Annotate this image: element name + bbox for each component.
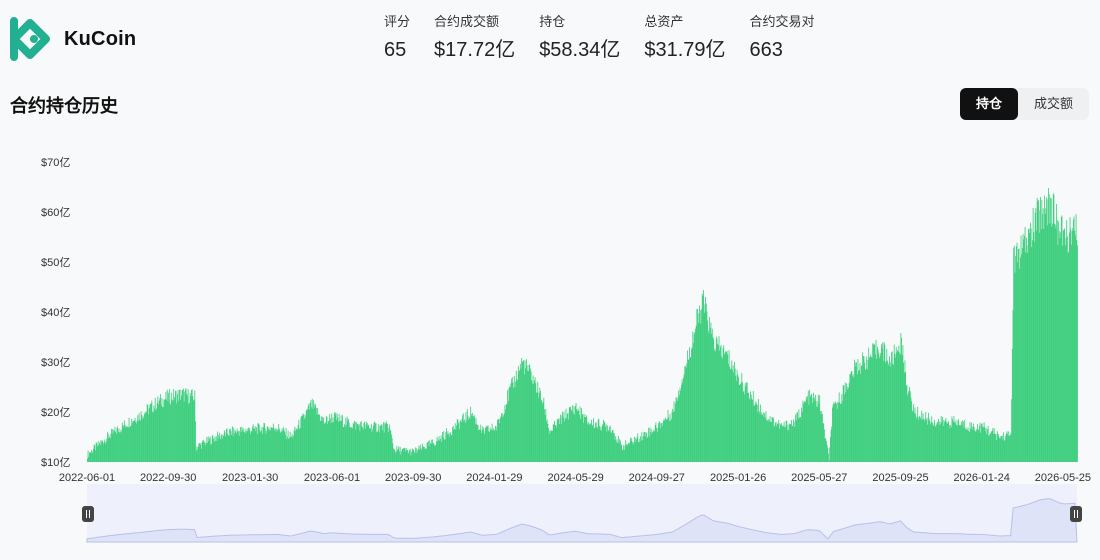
y-tick-label: $20亿 [41,406,70,419]
y-tick-label: $10亿 [41,456,70,469]
logo-text: KuCoin [64,27,137,50]
section-title: 合约持仓历史 [10,96,118,116]
handle-grip[interactable] [82,506,94,522]
stat-total-assets: 总资产 $31.79亿 [644,14,725,62]
metric-toggle: 持仓 成交额 [959,88,1089,120]
y-tick-label: $70亿 [41,156,70,169]
y-tick-label: $60亿 [41,206,70,219]
stat-score: 评分 65 [384,14,410,62]
stat-value: $31.79亿 [644,39,726,61]
stat-label: 合约成交额 [434,14,500,29]
chart-navigator[interactable] [0,480,1100,546]
y-tick-label: $30亿 [41,356,70,369]
stat-futures-volume: 合约成交额 $17.72亿 [434,14,515,62]
kucoin-logo-icon [10,17,50,61]
stat-value: $17.72亿 [434,39,516,61]
stat-trading-pairs: 合约交易对 663 [750,14,815,62]
handle-grip[interactable] [1070,506,1082,522]
stat-open-interest: 持仓 $58.34亿 [539,14,620,62]
stats-bar: 评分 65 合约成交额 $17.72亿 持仓 $58.34亿 总资产 $31.7… [384,14,839,62]
navigator-left-handle[interactable] [82,506,94,522]
stat-label: 持仓 [539,14,566,29]
bar-series [87,188,1078,463]
toggle-volume-button[interactable]: 成交额 [1018,88,1089,120]
y-tick-label: $40亿 [41,306,70,319]
stat-value: 65 [384,39,407,61]
navigator-right-handle[interactable] [1070,506,1082,522]
open-interest-chart: $10亿$20亿$30亿$40亿$50亿$60亿$70亿2022-06-01 20… [41,156,1091,484]
stat-label: 合约交易对 [749,14,815,29]
stat-label: 总资产 [644,14,684,29]
stat-value: 663 [749,39,783,61]
toggle-open-interest-button[interactable]: 持仓 [959,88,1018,120]
chart-bar [1077,245,1078,462]
stat-value: $58.34亿 [539,39,621,61]
stat-label: 评分 [384,14,411,29]
y-tick-label: $50亿 [41,256,70,269]
kucoin-logo[interactable]: KuCoin [10,16,136,62]
